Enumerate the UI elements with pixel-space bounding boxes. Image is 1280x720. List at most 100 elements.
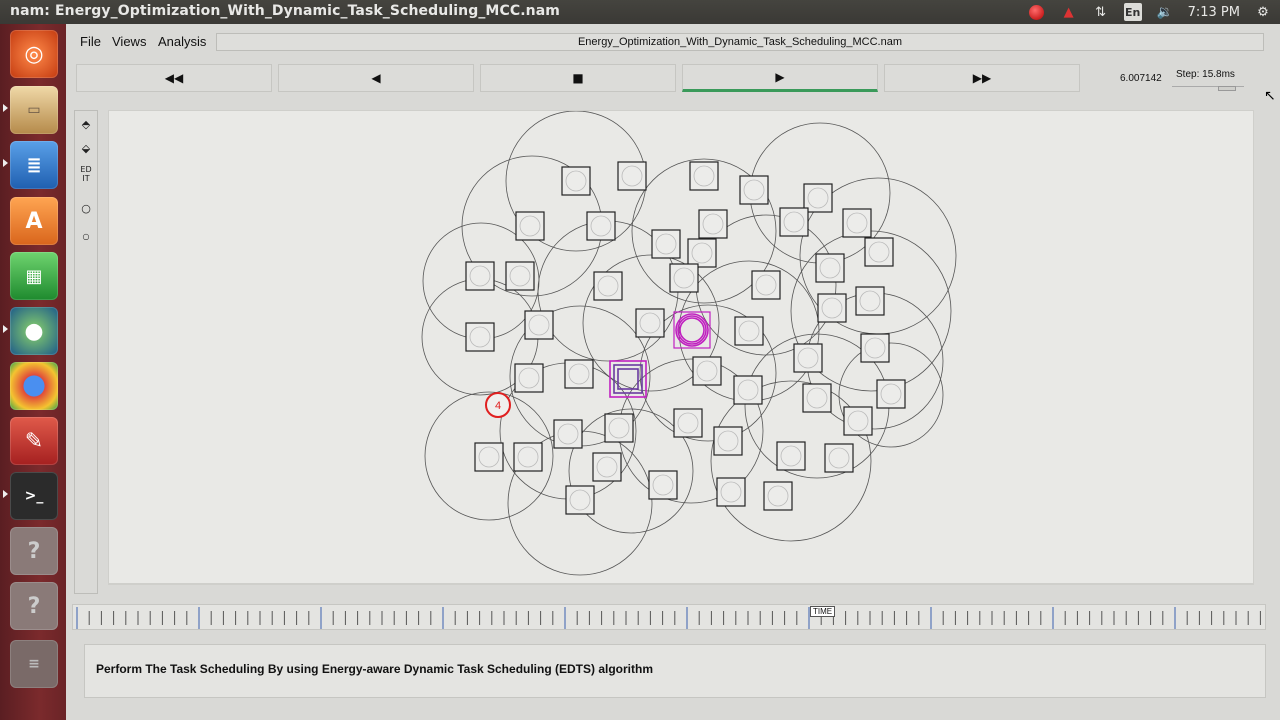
network-node[interactable]: [648, 470, 678, 500]
edit-icon[interactable]: ED IT: [77, 165, 95, 183]
files-icon[interactable]: ▭: [10, 86, 58, 134]
network-node[interactable]: [733, 375, 763, 405]
network-node[interactable]: [776, 441, 806, 471]
keyboard-language-icon[interactable]: En: [1123, 3, 1142, 21]
network-node[interactable]: 4: [485, 392, 511, 418]
volume-icon[interactable]: 🔉: [1156, 3, 1174, 21]
clock[interactable]: 7:13 PM: [1188, 5, 1240, 20]
network-node[interactable]: [876, 379, 906, 409]
network-canvas[interactable]: 4: [108, 110, 1254, 584]
network-node[interactable]: [817, 293, 847, 323]
network-node[interactable]: [505, 261, 535, 291]
network-node[interactable]: [713, 426, 743, 456]
network-node[interactable]: [751, 270, 781, 300]
network-node[interactable]: [604, 413, 634, 443]
network-node[interactable]: [513, 442, 543, 472]
time-marker[interactable]: TIME: [810, 606, 836, 617]
network-node[interactable]: [689, 161, 719, 191]
stop-button[interactable]: ■: [480, 64, 676, 92]
network-node[interactable]: [673, 408, 703, 438]
launcher: ◎ ▭ ≣ A ▦ ● ✎ >_ ? ? ≡: [0, 24, 66, 720]
network-node[interactable]: [855, 286, 885, 316]
fast-forward-button[interactable]: ▶▶: [884, 64, 1080, 92]
menu-bar: File Views Analysis Energy_Optimization_…: [66, 24, 1280, 58]
nam-window: File Views Analysis Energy_Optimization_…: [66, 24, 1280, 720]
menu-analysis[interactable]: Analysis: [158, 34, 206, 49]
network-node[interactable]: [824, 443, 854, 473]
network-node[interactable]: [553, 419, 583, 449]
network-node[interactable]: [524, 310, 554, 340]
network-node[interactable]: [465, 322, 495, 352]
network-node[interactable]: [651, 229, 681, 259]
network-node[interactable]: [687, 238, 717, 268]
step-slider-knob[interactable]: [1218, 86, 1236, 91]
network-node[interactable]: [864, 237, 894, 267]
menu-file[interactable]: File: [80, 34, 101, 49]
mouse-cursor: ↖: [1264, 88, 1276, 104]
step-slider[interactable]: [1172, 86, 1244, 92]
terminal-icon[interactable]: >_: [10, 472, 58, 520]
network-node[interactable]: [673, 311, 711, 349]
system-tray: ▲ ⇅ En 🔉 7:13 PM ⚙: [1028, 0, 1280, 24]
network-node[interactable]: [635, 308, 665, 338]
network-node[interactable]: [565, 485, 595, 515]
network-node[interactable]: [561, 166, 591, 196]
annotation-scrollbar[interactable]: [84, 700, 1266, 710]
network-node[interactable]: [515, 211, 545, 241]
network-node[interactable]: [465, 261, 495, 291]
record-icon[interactable]: [1028, 3, 1046, 21]
ubuntu-dash-icon[interactable]: ◎: [10, 30, 58, 78]
node-label: 4: [495, 400, 501, 412]
annotation-text: Perform The Task Scheduling By using Ene…: [96, 662, 654, 676]
network-node[interactable]: [802, 383, 832, 413]
trash-icon[interactable]: ≡: [10, 640, 58, 688]
network-node[interactable]: [593, 271, 623, 301]
annotation-panel: Perform The Task Scheduling By using Ene…: [84, 644, 1266, 698]
network-node[interactable]: [669, 263, 699, 293]
network-node[interactable]: [793, 343, 823, 373]
time-ruler[interactable]: [72, 604, 1266, 630]
network-node[interactable]: [860, 333, 890, 363]
play-button[interactable]: ▶: [682, 64, 878, 92]
network-node[interactable]: [779, 207, 809, 237]
network-node[interactable]: [617, 161, 647, 191]
warning-icon[interactable]: ▲: [1060, 3, 1078, 21]
rewind-button[interactable]: ◀◀: [76, 64, 272, 92]
system-settings-icon[interactable]: ✎: [10, 417, 58, 465]
tool-strip: ⬘ ⬙ ED IT ○ ○: [74, 110, 98, 594]
writer-icon[interactable]: ≣: [10, 141, 58, 189]
network-node[interactable]: [843, 406, 873, 436]
chrome-icon[interactable]: [10, 362, 58, 410]
node-tool-icon[interactable]: ○: [77, 199, 95, 217]
software-center-icon[interactable]: A: [10, 197, 58, 245]
network-node[interactable]: [692, 356, 722, 386]
link-tool-icon[interactable]: ○: [77, 227, 95, 245]
network-node[interactable]: [739, 175, 769, 205]
network-node[interactable]: [474, 442, 504, 472]
unknown-app-icon[interactable]: ?: [10, 527, 58, 575]
network-node[interactable]: [586, 211, 616, 241]
sim-time-readout: 6.007142: [1120, 73, 1162, 84]
network-node[interactable]: [842, 208, 872, 238]
network-icon[interactable]: ⇅: [1092, 3, 1110, 21]
settings-gear-icon[interactable]: ⚙: [1254, 3, 1272, 21]
zoom-in-icon[interactable]: ⬘: [77, 115, 95, 133]
step-back-button[interactable]: ◀: [278, 64, 474, 92]
network-node[interactable]: [763, 481, 793, 511]
menu-views[interactable]: Views: [112, 34, 146, 49]
globe-icon[interactable]: ●: [10, 307, 58, 355]
calc-icon[interactable]: ▦: [10, 252, 58, 300]
network-node[interactable]: [592, 452, 622, 482]
vertical-scrollbar[interactable]: [1256, 110, 1266, 584]
step-label: Step: 15.8ms: [1176, 69, 1235, 80]
network-node[interactable]: [698, 209, 728, 239]
zoom-out-icon[interactable]: ⬙: [77, 139, 95, 157]
network-node[interactable]: [514, 363, 544, 393]
file-name-label: Energy_Optimization_With_Dynamic_Task_Sc…: [216, 33, 1264, 51]
unknown-app-icon[interactable]: ?: [10, 582, 58, 630]
horizontal-scrollbar[interactable]: [108, 584, 1254, 594]
network-node[interactable]: [815, 253, 845, 283]
network-node[interactable]: [564, 359, 594, 389]
network-node[interactable]: [716, 477, 746, 507]
network-node[interactable]: [734, 316, 764, 346]
